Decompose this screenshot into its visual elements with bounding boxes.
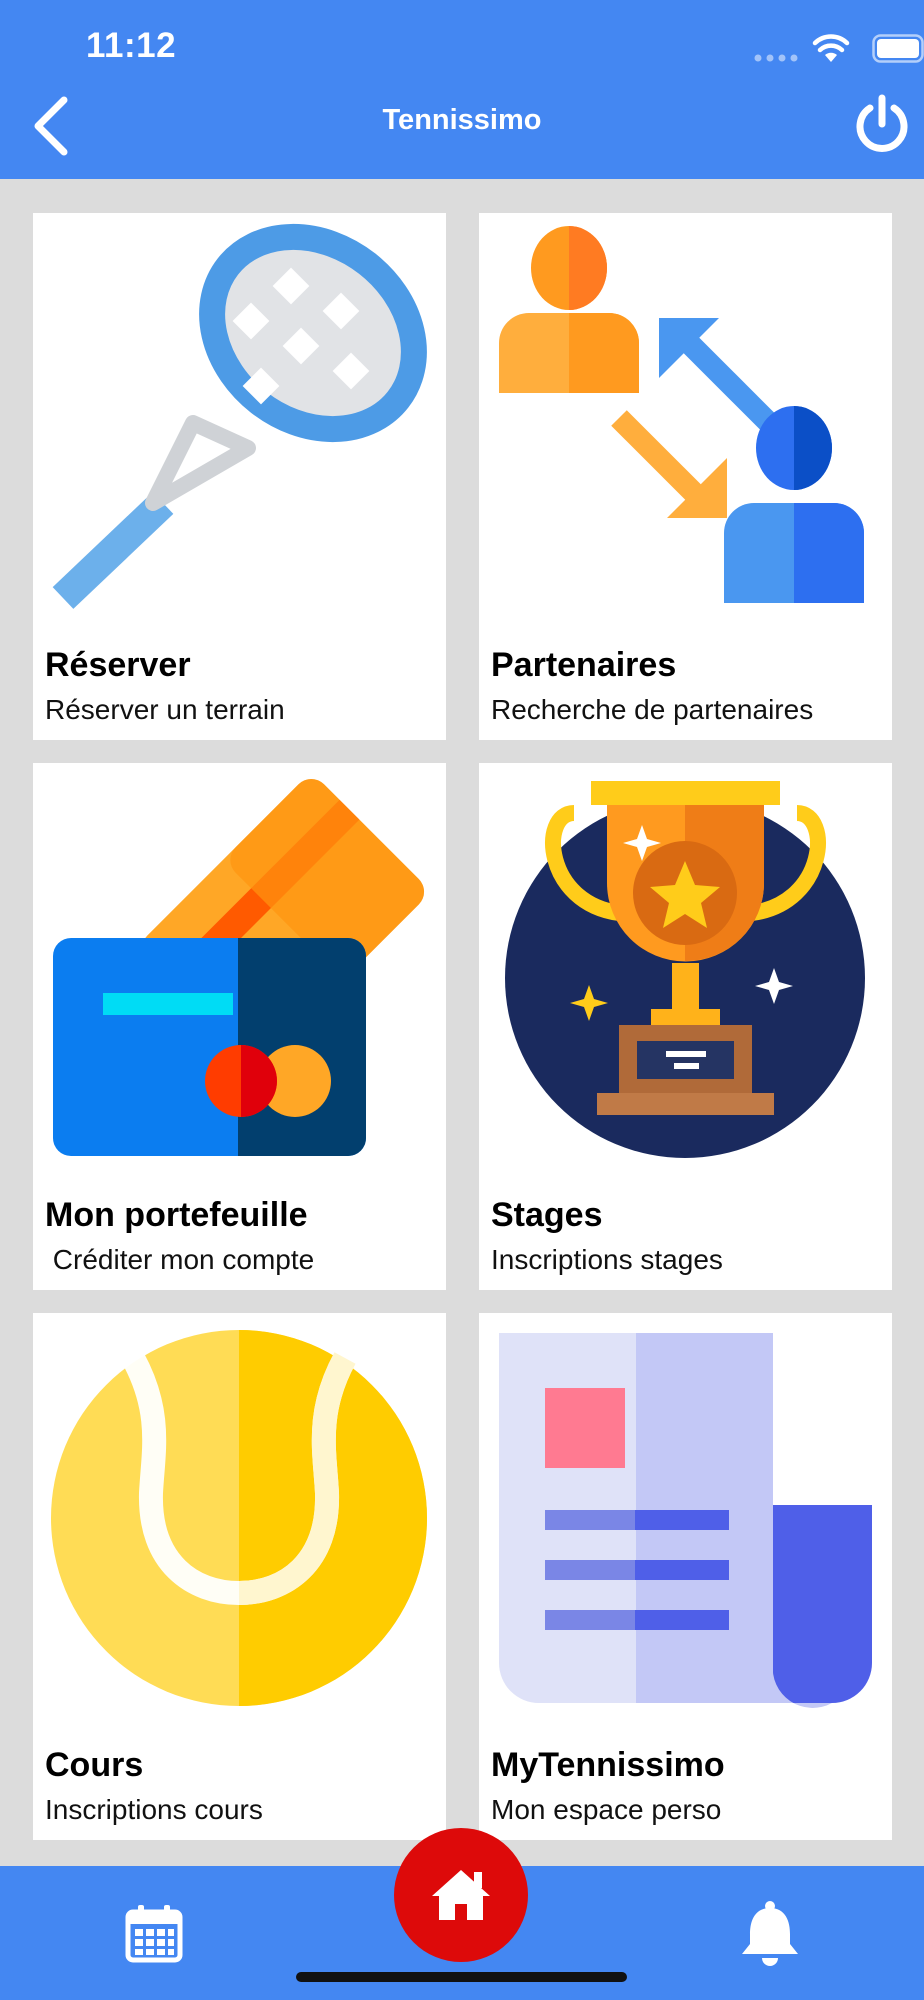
tennis-racket-icon [52,223,427,609]
logout-button[interactable] [850,92,914,156]
home-indicator [296,1972,627,1982]
status-time: 11:12 [86,26,177,65]
bell-icon [742,1901,798,1966]
notifications-button[interactable] [738,1900,802,1968]
wifi-icon [812,34,850,62]
tile-cours[interactable]: Cours Inscriptions cours [33,1313,446,1840]
tile-subtitle: Réserver un terrain [45,694,285,725]
tile-title: MyTennissimo [491,1746,725,1784]
tile-mytennissimo[interactable]: MyTennissimo Mon espace perso [479,1313,892,1840]
tile-title: Partenaires [491,646,677,684]
tile-subtitle: Mon espace perso [491,1794,722,1825]
page-title: Tennissimo [382,104,542,136]
signal-icon [754,54,798,62]
newspaper-icon [499,1333,872,1708]
tile-reserver[interactable]: Réserver Réserver un terrain [33,213,446,740]
tile-partenaires[interactable]: Partenaires Recherche de partenaires [479,213,892,740]
power-icon [856,94,908,152]
trophy-icon [505,781,865,1158]
credit-cards-icon [53,779,425,1156]
tennis-ball-icon [51,1330,427,1706]
tile-title: Réserver [45,646,191,684]
calendar-button[interactable] [122,1902,186,1966]
tile-subtitle: Créditer mon compte [45,1244,315,1275]
home-button[interactable] [394,1828,528,1962]
tile-mon-portefeuille[interactable]: Mon portefeuille Créditer mon compte [33,763,446,1290]
tile-title: Mon portefeuille [45,1196,308,1234]
battery-icon [872,34,924,63]
tile-subtitle: Inscriptions stages [491,1244,723,1275]
partners-exchange-icon [499,226,864,603]
tile-stages[interactable]: Stages Inscriptions stages [479,763,892,1290]
home-icon [432,1870,490,1920]
tile-subtitle: Recherche de partenaires [491,694,814,725]
top-bar: 11:12 Tennissimo [0,0,924,179]
tile-title: Stages [491,1196,603,1234]
tile-title: Cours [45,1746,144,1784]
app-screen: 11:12 Tennissimo Réserver Réserver un te… [0,0,924,2000]
calendar-icon [125,1905,183,1963]
tile-subtitle: Inscriptions cours [45,1794,263,1825]
